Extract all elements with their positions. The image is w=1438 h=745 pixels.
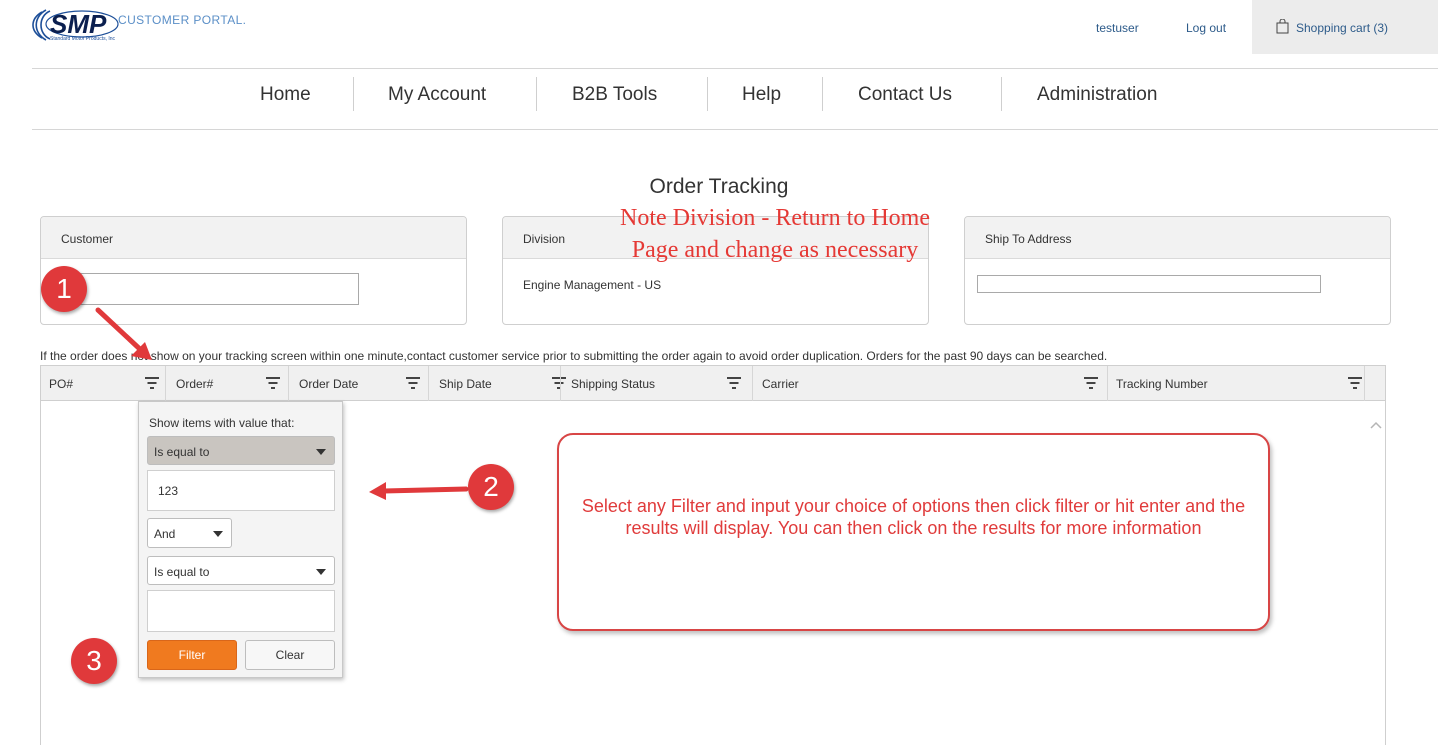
arrow-1-icon: [95, 307, 152, 360]
annotation-arrows: [95, 307, 469, 500]
callout-text: Select any Filter and input your choice …: [581, 496, 1246, 538]
step-badge-3: 3: [71, 638, 117, 684]
arrow-2-icon: [369, 482, 469, 500]
step-badge-2: 2: [468, 464, 514, 510]
step-badge-1: 1: [41, 266, 87, 312]
instructions-callout: Select any Filter and input your choice …: [557, 433, 1270, 631]
